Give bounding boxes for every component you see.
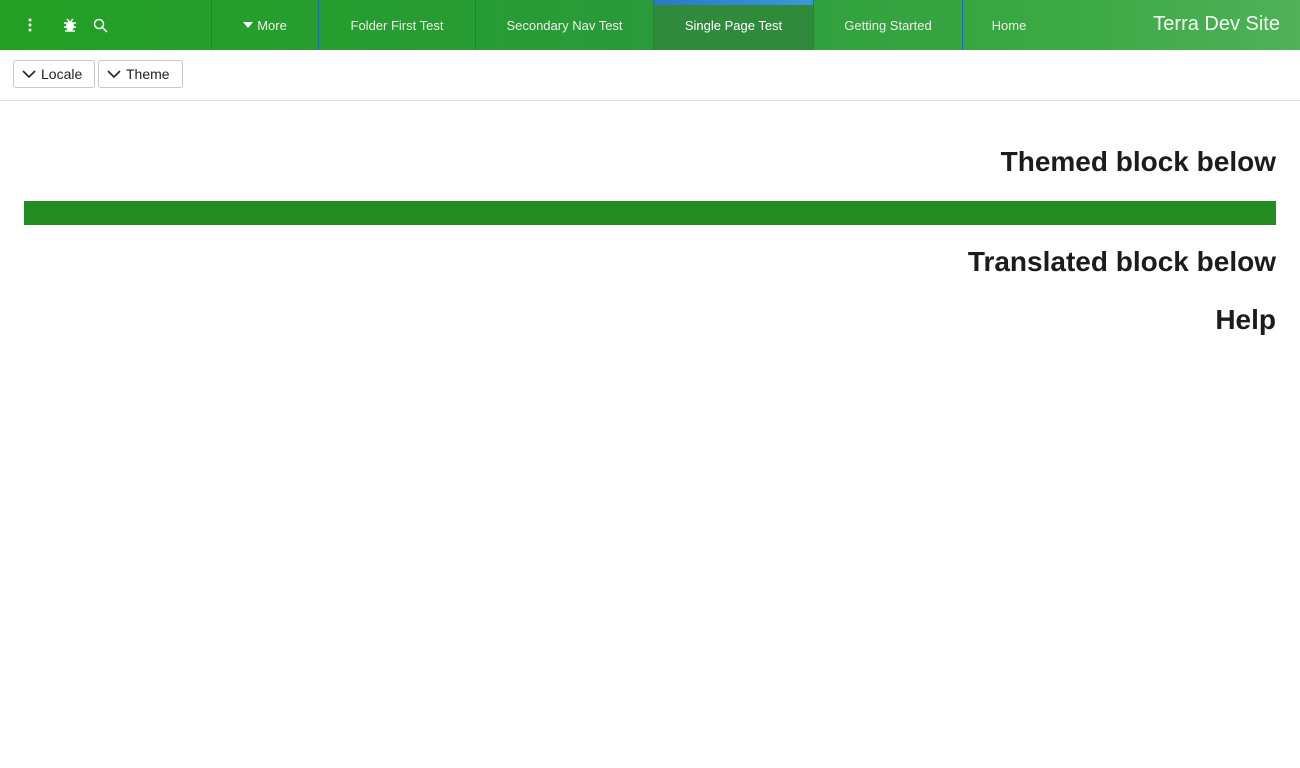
chevron-down-icon [107,69,121,78]
nav-tab-label: Secondary Nav Test [506,17,623,33]
locale-label: Locale [41,66,83,82]
app-header: More Folder First Test Secondary Nav Tes… [0,0,1300,50]
more-vertical-icon[interactable] [20,15,40,35]
themed-block [24,201,1276,225]
nav-more-label: More [257,17,287,33]
translated-block-heading: Translated block below [967,246,1276,277]
search-icon[interactable] [90,15,110,35]
caret-down-icon [243,22,254,28]
locale-dropdown-button[interactable]: Locale [13,60,95,88]
toolbar: Locale Theme [0,50,1300,101]
nav-tab-label: Home [991,17,1027,33]
nav-tab-single-page-test[interactable]: Single Page Test [653,0,813,50]
nav-tab-label: Getting Started [844,17,932,33]
chevron-down-icon [22,69,36,78]
themed-block-heading: Themed block below [1000,146,1276,177]
nav-tab-getting-started[interactable]: Getting Started [813,0,962,50]
nav-tab-secondary-nav-test[interactable]: Secondary Nav Test [475,0,653,50]
nav-tab-label: Folder First Test [350,17,444,33]
nav-tab-folder-first-test[interactable]: Folder First Test [318,0,475,50]
help-heading: Help [1215,304,1276,335]
nav-tab-label: Single Page Test [684,17,783,33]
nav-more-menu[interactable]: More [211,0,318,50]
theme-dropdown-button[interactable]: Theme [98,60,183,88]
bug-icon[interactable] [60,15,80,35]
nav-tab-home[interactable]: Home [962,0,1055,50]
site-title[interactable]: Terra Dev Site [1153,13,1280,36]
theme-label: Theme [126,66,170,82]
